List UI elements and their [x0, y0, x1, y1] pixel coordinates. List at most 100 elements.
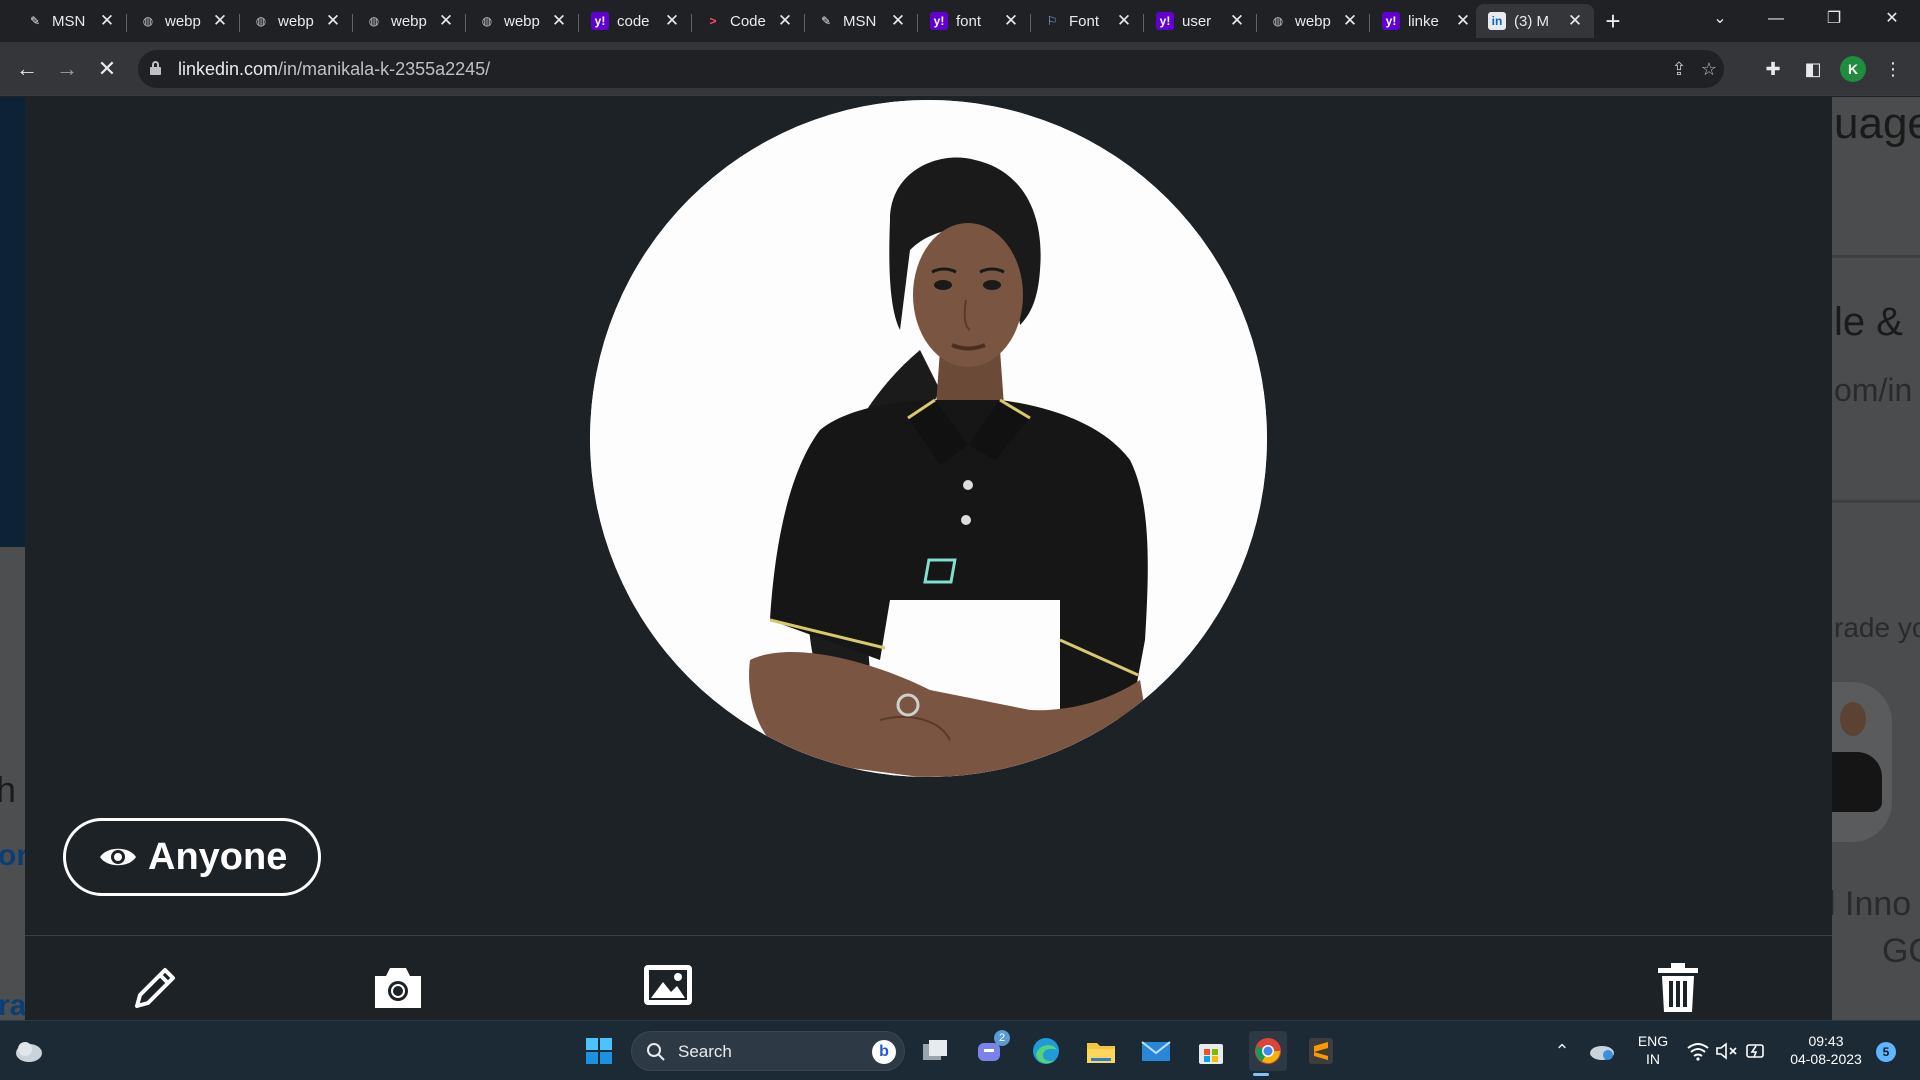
background-right-panel	[1832, 97, 1920, 1020]
active-app-indicator	[1253, 1073, 1269, 1076]
tab-close-icon[interactable]: ✕	[889, 12, 907, 30]
edge-browser-icon[interactable]	[1029, 1034, 1063, 1068]
taskbar-search[interactable]: Search b	[631, 1031, 905, 1071]
bookmark-star-icon[interactable]: ☆	[1698, 58, 1720, 80]
background-text-fragment: uage	[1834, 99, 1920, 148]
onedrive-sync-icon[interactable]	[1585, 1034, 1619, 1068]
lock-icon[interactable]	[150, 61, 161, 75]
browser-toolbar: ← → ✕ linkedin.com/in/manikala-k-2355a22…	[0, 42, 1920, 96]
teams-chat-icon[interactable]: 2	[974, 1030, 1010, 1068]
browser-tab[interactable]: y! code ✕	[579, 4, 692, 38]
clock-time: 09:43	[1808, 1033, 1844, 1049]
back-button[interactable]: ←	[12, 54, 42, 84]
browser-tab[interactable]: ✎ MSN ✕	[14, 4, 127, 38]
restore-button[interactable]: ❐	[1806, 0, 1862, 38]
browser-tab[interactable]: y! font ✕	[918, 4, 1031, 38]
tab-close-icon[interactable]: ✕	[324, 12, 342, 30]
battery-charging-icon[interactable]	[1739, 1034, 1773, 1068]
browser-tab-active[interactable]: in (3) M ✕	[1476, 4, 1594, 38]
chrome-taskbar-icon[interactable]	[1249, 1031, 1287, 1071]
tab-title: webp	[1295, 12, 1331, 30]
task-view-icon[interactable]	[919, 1034, 953, 1068]
language-line1: ENG	[1637, 1033, 1669, 1049]
clock[interactable]: 09:43 04-08-2023	[1780, 1032, 1872, 1068]
browser-tab[interactable]: > Code ✕	[692, 4, 805, 38]
browser-tab[interactable]: ◍ webp ✕	[353, 4, 466, 38]
add-frame-image-button[interactable]	[638, 962, 698, 1020]
bing-icon[interactable]: b	[872, 1040, 896, 1064]
tab-close-icon[interactable]: ✕	[437, 12, 455, 30]
microsoft-store-icon[interactable]	[1194, 1034, 1228, 1068]
extensions-puzzle-icon[interactable]: ✚	[1760, 56, 1786, 82]
tab-close-icon[interactable]: ✕	[550, 12, 568, 30]
trash-icon	[1658, 963, 1698, 1012]
globe-icon: ◍	[368, 14, 380, 28]
close-window-button[interactable]: ✕	[1864, 0, 1920, 38]
show-hidden-icons-chevron-icon[interactable]: ⌃	[1545, 1034, 1579, 1068]
browser-tab[interactable]: ⚐ Font ✕	[1031, 4, 1144, 38]
minimize-button[interactable]: —	[1748, 0, 1804, 38]
tab-title: code	[617, 12, 650, 30]
tab-close-icon[interactable]: ✕	[1341, 12, 1359, 30]
background-text-fragment: om/in	[1834, 372, 1913, 408]
tab-close-icon[interactable]: ✕	[1002, 12, 1020, 30]
tab-close-icon[interactable]: ✕	[1566, 12, 1584, 30]
linkedin-icon: in	[1488, 12, 1506, 30]
profile-avatar[interactable]: K	[1840, 56, 1866, 82]
sublime-text-icon[interactable]	[1304, 1034, 1338, 1068]
browser-tab[interactable]: y! user ✕	[1144, 4, 1257, 38]
screen: { "browser": { "tabs": [ {"favicon": "ms…	[0, 0, 1920, 1080]
browser-tab[interactable]: ◍ webp ✕	[1257, 4, 1370, 38]
delete-photo-button[interactable]	[1648, 962, 1708, 1020]
url-host: linkedin.com	[178, 59, 279, 79]
profile-photo-modal: Anyone	[25, 97, 1832, 1020]
tab-title: Font	[1069, 12, 1100, 30]
globe-icon: ◍	[481, 14, 493, 28]
browser-tab[interactable]: ◍ webp ✕	[127, 4, 240, 38]
browser-tab[interactable]: y! linke ✕	[1370, 4, 1482, 38]
image-icon	[644, 965, 692, 1005]
tab-title: MSN	[843, 12, 877, 30]
forward-button[interactable]: →	[52, 54, 82, 84]
tab-close-icon[interactable]: ✕	[1115, 12, 1133, 30]
share-icon[interactable]: ⇪	[1668, 58, 1690, 80]
notification-badge[interactable]: 5	[1876, 1042, 1896, 1062]
tab-close-icon[interactable]: ✕	[776, 12, 794, 30]
file-explorer-icon[interactable]	[1084, 1034, 1118, 1068]
visibility-button[interactable]: Anyone	[63, 818, 321, 896]
chat-badge: 2	[994, 1030, 1010, 1046]
stop-loading-button[interactable]: ✕	[92, 54, 122, 84]
tab-close-icon[interactable]: ✕	[1228, 12, 1246, 30]
tab-search-chevron-icon[interactable]: ⌄	[1692, 0, 1748, 38]
new-tab-button[interactable]: +	[1598, 6, 1628, 36]
address-bar[interactable]: linkedin.com/in/manikala-k-2355a2245/ ⇪ …	[138, 50, 1724, 88]
tab-close-icon[interactable]: ✕	[1454, 12, 1472, 30]
side-panel-icon[interactable]: ◧	[1800, 56, 1826, 82]
tab-close-icon[interactable]: ✕	[663, 12, 681, 30]
mail-icon[interactable]	[1139, 1034, 1173, 1068]
edit-photo-button[interactable]	[125, 962, 185, 1020]
language-indicator[interactable]: ENG IN	[1628, 1032, 1678, 1068]
profile-photo[interactable]	[590, 100, 1267, 777]
menu-kebab-icon[interactable]: ⋮	[1880, 56, 1906, 82]
tab-close-icon[interactable]: ✕	[98, 12, 116, 30]
tab-title: webp	[504, 12, 540, 30]
tab-title: webp	[391, 12, 427, 30]
url-path: /in/manikala-k-2355a2245/	[278, 59, 491, 79]
start-windows-icon[interactable]	[582, 1034, 616, 1068]
tab-close-icon[interactable]: ✕	[211, 12, 229, 30]
browser-tab[interactable]: ◍ webp ✕	[240, 4, 353, 38]
tab-title: linke	[1408, 12, 1439, 30]
search-icon	[647, 1043, 665, 1061]
weather-cloud-icon[interactable]	[12, 1034, 46, 1068]
search-label: Search	[678, 1042, 732, 1061]
browser-tab[interactable]: ◍ webp ✕	[466, 4, 579, 38]
clock-date: 04-08-2023	[1790, 1051, 1862, 1067]
windows-taskbar: Search b 2 ⌃ ENG IN 09:43 04-08-2023 5	[0, 1020, 1920, 1080]
update-photo-camera-button[interactable]	[368, 962, 428, 1020]
yahoo-icon: y!	[591, 12, 609, 30]
tab-title: (3) M	[1514, 12, 1549, 30]
url-text[interactable]: linkedin.com/in/manikala-k-2355a2245/	[178, 59, 490, 80]
background-text-fragment: ra	[0, 989, 27, 1020]
browser-tab[interactable]: ✎ MSN ✕	[805, 4, 918, 38]
